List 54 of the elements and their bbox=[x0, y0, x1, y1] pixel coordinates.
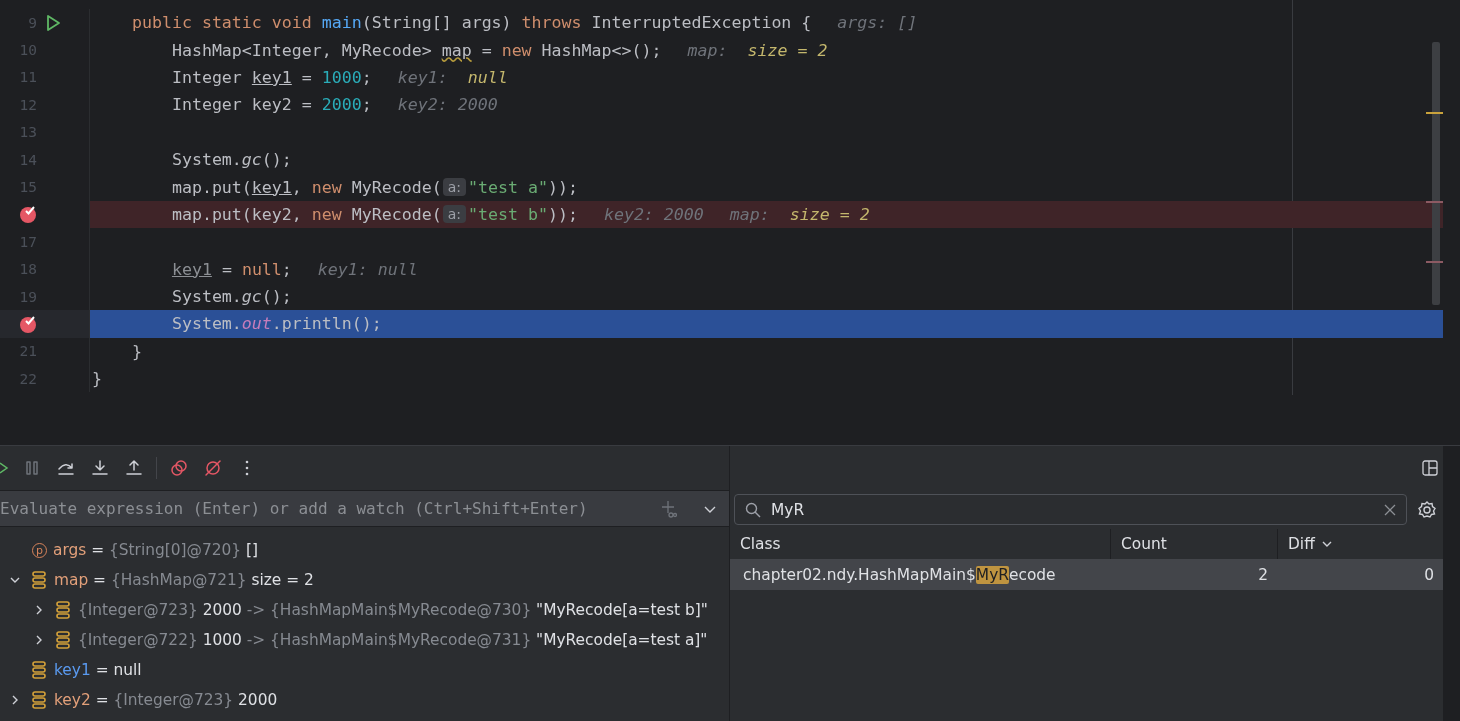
code-text: } bbox=[92, 369, 102, 389]
evaluate-bar[interactable]: Evaluate expression (Enter) or add a watch (Ctrl+Shift+Enter) bbox=[0, 490, 729, 527]
count-cell: 2 bbox=[1110, 559, 1277, 590]
scrollbar[interactable] bbox=[1432, 42, 1440, 305]
field-icon bbox=[56, 631, 70, 649]
code-text: HashMap<Integer, MyRecode> map = new HashMap<>(); bbox=[170, 40, 662, 60]
code-text: key1 = null; bbox=[170, 259, 292, 279]
column-header[interactable]: Diff bbox=[1288, 535, 1315, 553]
code-text: map.put(key2, new MyRecode( bbox=[170, 204, 442, 224]
search-box[interactable]: MyR bbox=[734, 494, 1407, 525]
code-text: System.out.println(); bbox=[170, 314, 382, 334]
field-icon bbox=[32, 661, 46, 679]
field-icon bbox=[32, 571, 46, 589]
code-text: } bbox=[130, 341, 142, 361]
inline-value: map: size = 2 bbox=[729, 204, 870, 224]
inline-value: key1: null bbox=[397, 67, 508, 87]
field-icon bbox=[56, 601, 70, 619]
variable-text[interactable]: key2 = {Integer@723} 2000 bbox=[54, 691, 278, 709]
variable-text[interactable]: {Integer@722} 1000 -> {HashMapMain$MyRecode@731} "MyRecode[a=test a]" bbox=[78, 631, 708, 649]
parameter-hint: a: bbox=[442, 205, 466, 224]
code-text: System.gc(); bbox=[170, 150, 292, 170]
inline-value: key1: null bbox=[317, 259, 418, 279]
clear-icon[interactable] bbox=[1384, 503, 1396, 516]
variable-text[interactable]: key1 = null bbox=[54, 661, 142, 679]
column-header[interactable]: Class bbox=[740, 535, 781, 553]
evaluate-field[interactable]: Evaluate expression (Enter) or add a watch (Ctrl+Shift+Enter) bbox=[0, 499, 661, 518]
code-text: "test a")); bbox=[468, 177, 578, 197]
variable-text[interactable]: {Integer@723} 2000 -> {HashMapMain$MyRecode@730} "MyRecode[a=test b]" bbox=[78, 601, 708, 619]
diff-cell: 0 bbox=[1277, 559, 1443, 590]
code-text: Integer key2 = 2000; bbox=[170, 95, 372, 115]
variable-text[interactable]: args = {String[0]@720} [] bbox=[53, 541, 258, 559]
inline-value: args: [] bbox=[837, 13, 918, 33]
code-text: "test b")); bbox=[468, 204, 578, 224]
column-header[interactable]: Count bbox=[1121, 535, 1167, 553]
run-icon[interactable] bbox=[44, 13, 62, 32]
breakpoint-mark bbox=[1426, 201, 1443, 203]
code-text: public static void main(String[] args) throws InterruptedException { bbox=[130, 13, 812, 33]
layout-icon[interactable] bbox=[1422, 460, 1438, 476]
code-text: System.gc(); bbox=[170, 287, 292, 307]
field-icon bbox=[32, 691, 46, 709]
inline-value: key2: 2000 bbox=[603, 204, 704, 224]
parameter-hint: a: bbox=[442, 178, 466, 197]
search-icon bbox=[745, 501, 761, 518]
settings-icon[interactable] bbox=[1417, 499, 1437, 520]
breakpoint-icon[interactable] bbox=[18, 314, 38, 334]
inline-value: key2: 2000 bbox=[397, 95, 498, 115]
variable-text[interactable]: map = {HashMap@721} size = 2 bbox=[54, 571, 314, 589]
breakpoint-icon[interactable] bbox=[18, 204, 38, 225]
code-text: map.put(key1, new MyRecode( bbox=[170, 177, 442, 197]
code-text: Integer key1 = 1000; bbox=[170, 67, 372, 87]
breakpoint-mark bbox=[1426, 261, 1443, 263]
search-field[interactable]: MyR bbox=[771, 500, 1374, 519]
inline-value: map: size = 2 bbox=[687, 40, 828, 60]
warning-mark bbox=[1426, 112, 1443, 114]
